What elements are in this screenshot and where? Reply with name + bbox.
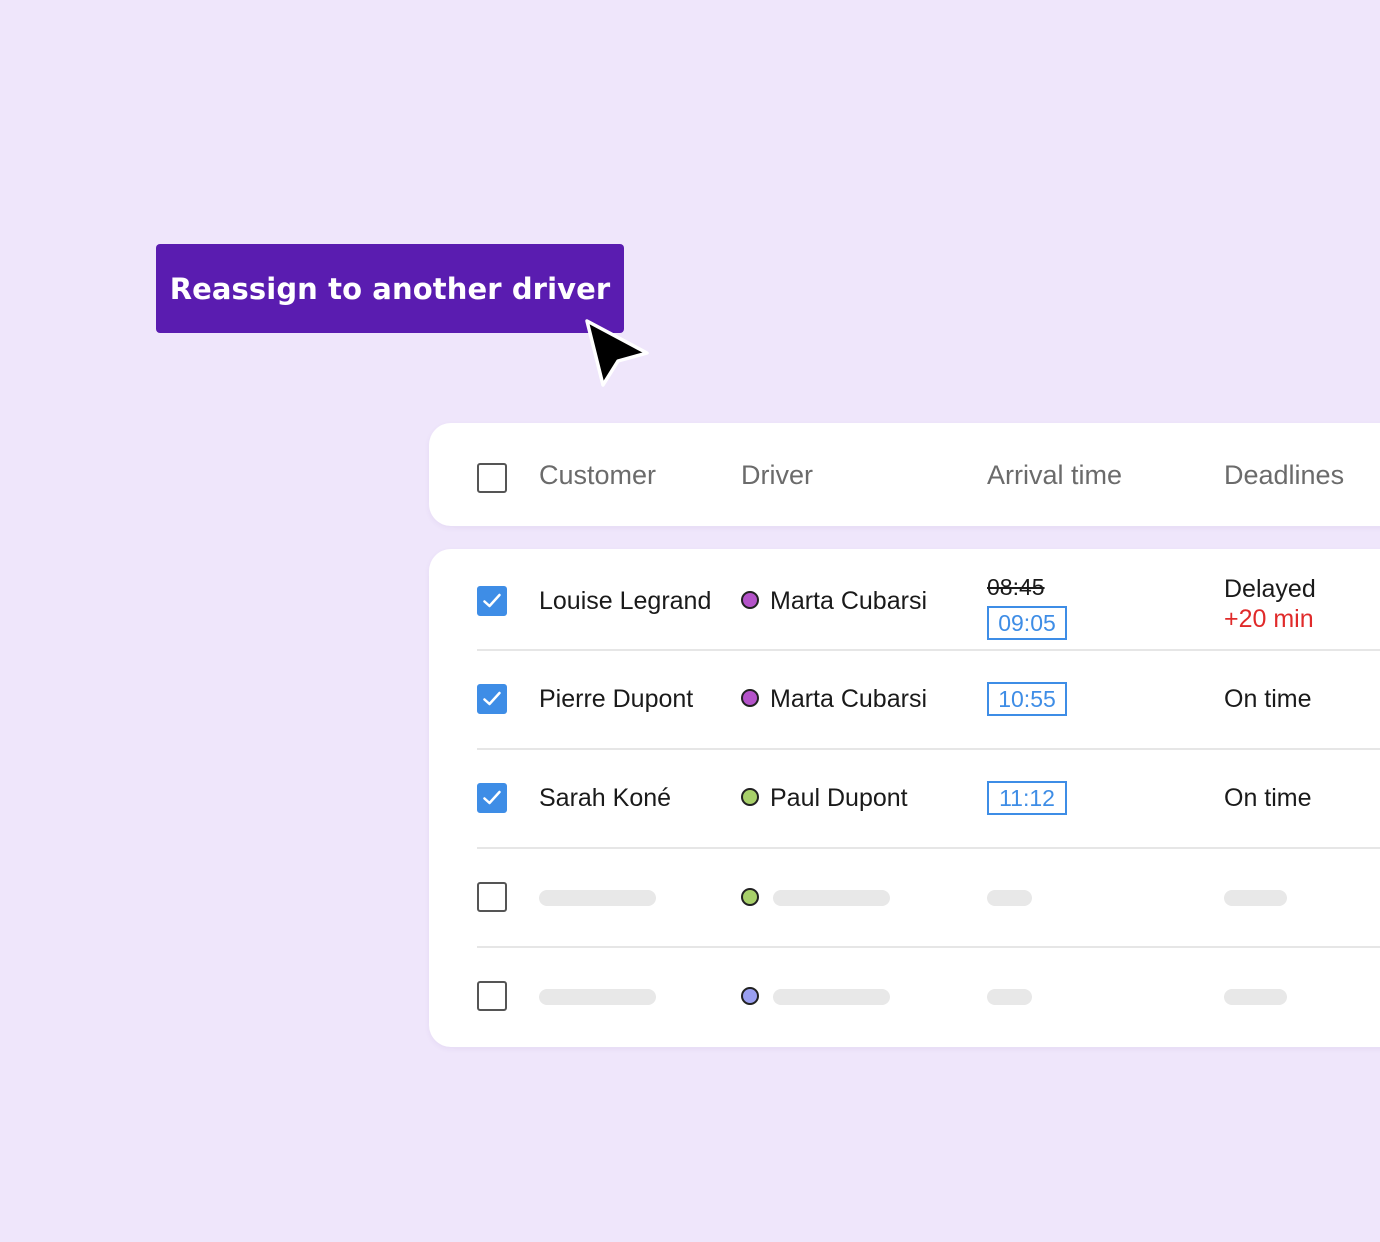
arrival-time-value[interactable]: 11:12 <box>987 781 1067 815</box>
reassign-driver-button[interactable]: Reassign to another driver <box>156 244 624 333</box>
driver-color-dot <box>741 888 759 906</box>
arrival-placeholder <box>987 890 1032 906</box>
table-body: Louise Legrand Marta Cubarsi 08:45 09:05… <box>429 549 1380 1047</box>
arrival-placeholder <box>987 989 1032 1005</box>
customer-name: Pierre Dupont <box>539 685 694 713</box>
select-all-checkbox[interactable] <box>477 463 507 493</box>
table-row[interactable] <box>429 948 1380 1045</box>
driver-name: Paul Dupont <box>770 784 908 812</box>
row-checkbox[interactable] <box>477 981 507 1011</box>
column-header-arrival-time[interactable]: Arrival time <box>987 459 1122 491</box>
driver-color-dot <box>741 788 759 806</box>
customer-placeholder <box>539 989 656 1005</box>
table-row[interactable]: Louise Legrand Marta Cubarsi 08:45 09:05… <box>429 549 1380 651</box>
driver-color-dot <box>741 591 759 609</box>
table-row[interactable] <box>429 849 1380 948</box>
deadline-placeholder <box>1224 989 1287 1005</box>
checkmark-icon <box>483 593 501 608</box>
driver-color-dot <box>741 987 759 1005</box>
customer-placeholder <box>539 890 656 906</box>
column-header-driver[interactable]: Driver <box>741 459 813 491</box>
driver-placeholder <box>773 989 890 1005</box>
delay-amount: +20 min <box>1224 605 1314 633</box>
table-header: Customer Driver Arrival time Deadlines <box>429 423 1380 526</box>
table-row[interactable]: Pierre Dupont Marta Cubarsi 10:55 On tim… <box>429 651 1380 750</box>
table-row[interactable]: Sarah Koné Paul Dupont 11:12 On time <box>429 750 1380 849</box>
row-checkbox[interactable] <box>477 783 507 813</box>
customer-name: Louise Legrand <box>539 587 712 615</box>
arrival-time-value[interactable]: 09:05 <box>987 606 1067 640</box>
customer-name: Sarah Koné <box>539 784 672 812</box>
checkmark-icon <box>483 691 501 706</box>
column-header-deadlines[interactable]: Deadlines <box>1224 459 1344 491</box>
deadline-status: On time <box>1224 685 1312 713</box>
row-checkbox[interactable] <box>477 684 507 714</box>
driver-color-dot <box>741 689 759 707</box>
checkmark-icon <box>483 790 501 805</box>
driver-name: Marta Cubarsi <box>770 587 927 615</box>
driver-placeholder <box>773 890 890 906</box>
arrival-time-value[interactable]: 10:55 <box>987 682 1067 716</box>
deadline-status: Delayed <box>1224 575 1316 603</box>
row-checkbox[interactable] <box>477 882 507 912</box>
arrow-cursor-icon <box>585 319 649 387</box>
column-header-customer[interactable]: Customer <box>539 459 656 491</box>
original-arrival-time: 08:45 <box>987 574 1045 600</box>
row-checkbox[interactable] <box>477 586 507 616</box>
driver-name: Marta Cubarsi <box>770 685 927 713</box>
deadline-placeholder <box>1224 890 1287 906</box>
deadline-status: On time <box>1224 784 1312 812</box>
